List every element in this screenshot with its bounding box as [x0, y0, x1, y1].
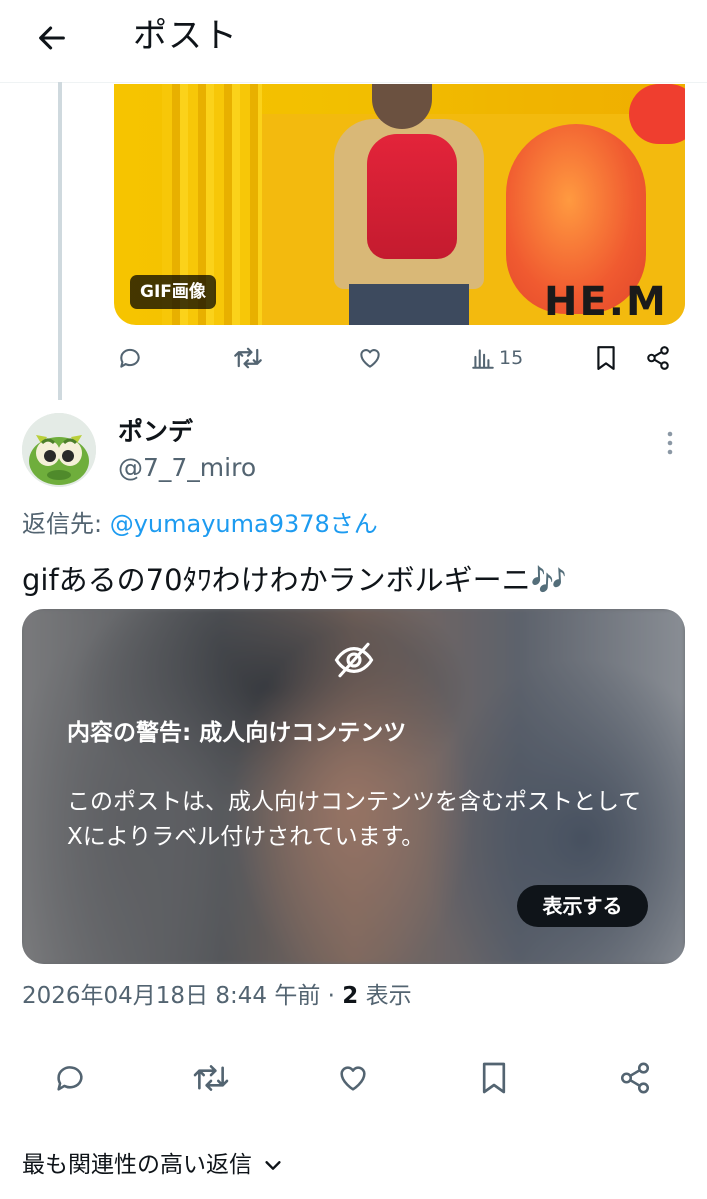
- reply-to-mention[interactable]: @yumayuma9378さん: [110, 510, 378, 538]
- parent-repost-button[interactable]: [230, 340, 266, 376]
- gif-person-jeans: [349, 284, 469, 325]
- avatar-image: [22, 413, 96, 487]
- gif-red-graphic: [629, 84, 685, 144]
- post-meta: 2026年04月18日 8:44 午前 · 2 表示: [22, 979, 412, 1013]
- reply-sort-label: 最も関連性の高い返信: [22, 1152, 252, 1178]
- gif-media[interactable]: HE.M GIF画像: [114, 84, 685, 325]
- repost-icon: [193, 1065, 229, 1091]
- eye-slash-icon: [334, 642, 374, 678]
- page-title: ポスト: [133, 16, 238, 56]
- share-icon: [620, 1062, 650, 1094]
- show-content-button[interactable]: 表示する: [517, 885, 648, 927]
- post-views-label: 表示: [358, 983, 412, 1009]
- chevron-down-icon: [265, 1161, 281, 1170]
- reply-to-line: 返信先: @yumayuma9378さん: [22, 507, 378, 541]
- post-views-count: 2: [342, 983, 359, 1009]
- share-button[interactable]: [615, 1058, 655, 1098]
- bookmark-icon: [482, 1062, 506, 1094]
- bookmark-icon: [597, 346, 615, 370]
- author-handle[interactable]: @7_7_miro: [118, 451, 256, 485]
- reply-icon: [120, 348, 140, 368]
- reply-icon: [57, 1066, 83, 1091]
- parent-views-button[interactable]: 15: [470, 340, 523, 376]
- gif-sign-text: HE.M: [544, 279, 668, 325]
- more-options-button[interactable]: [655, 425, 685, 461]
- warning-title: 内容の警告: 成人向けコンテンツ: [67, 720, 407, 746]
- views-icon: [472, 349, 494, 369]
- reply-sort-selector[interactable]: 最も関連性の高い返信: [22, 1148, 284, 1182]
- parent-like-button[interactable]: [352, 340, 388, 376]
- sensitive-media-card: 内容の警告: 成人向けコンテンツ このポストは、成人向けコンテンツを含むポストと…: [22, 609, 685, 964]
- reply-button[interactable]: [50, 1058, 90, 1098]
- parent-reply-button[interactable]: [112, 340, 148, 376]
- reply-to-prefix: 返信先:: [22, 510, 110, 538]
- repost-icon: [234, 347, 262, 369]
- views-count: 15: [499, 347, 524, 369]
- like-button[interactable]: [333, 1058, 373, 1098]
- arrow-left-icon: [39, 26, 65, 50]
- warning-description: このポストは、成人向けコンテンツを含むポストとしてXによりラベル付けされています…: [67, 789, 642, 850]
- back-button[interactable]: [28, 14, 76, 62]
- thread-connector-line: [58, 82, 62, 400]
- more-vertical-icon: [667, 431, 673, 455]
- gif-red-backpack: [367, 134, 457, 259]
- top-header: ポスト: [0, 0, 707, 83]
- share-icon: [647, 346, 669, 370]
- author-name[interactable]: ポンデ: [118, 415, 193, 449]
- heart-icon: [360, 349, 380, 368]
- avatar[interactable]: [22, 413, 96, 487]
- post-text: gifあるの70ﾀﾜわけわかランボルギーニ🎶: [22, 563, 567, 597]
- heart-icon: [340, 1066, 366, 1091]
- post-datetime[interactable]: 2026年04月18日 8:44 午前 ·: [22, 983, 342, 1009]
- repost-button[interactable]: [191, 1058, 231, 1098]
- bookmark-button[interactable]: [474, 1058, 514, 1098]
- parent-share-button[interactable]: [640, 340, 676, 376]
- parent-bookmark-button[interactable]: [588, 340, 624, 376]
- gif-badge: GIF画像: [130, 275, 216, 309]
